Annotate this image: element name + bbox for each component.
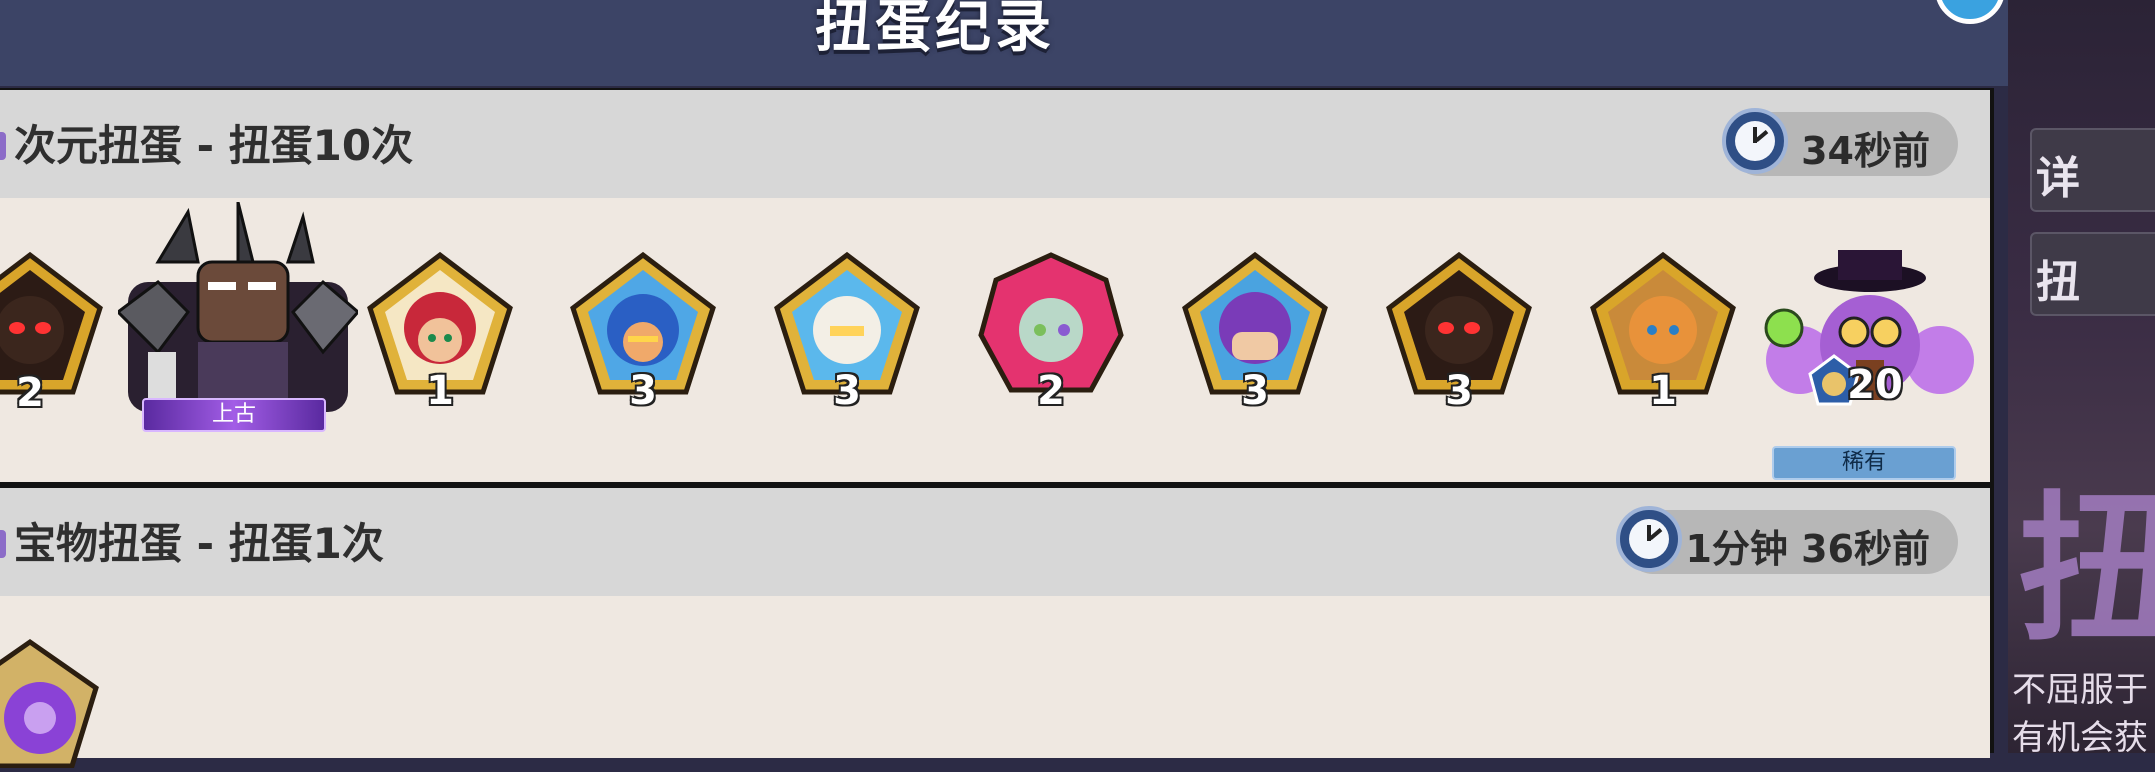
- clock-icon: [1722, 108, 1788, 174]
- bg-small-text: 不屈服于: [2012, 670, 2148, 710]
- reward-item[interactable]: 3: [772, 250, 922, 414]
- reward-item[interactable]: 1: [1588, 250, 1738, 414]
- time-pill: 34秒前: [1722, 108, 1958, 176]
- time-pill: 1分钟 36秒前: [1616, 506, 1958, 574]
- page-title: 扭蛋纪录: [815, 0, 1055, 60]
- reward-item[interactable]: 3: [568, 250, 718, 414]
- record-time: 1分钟 36秒前: [1685, 527, 1930, 571]
- reward-item[interactable]: 3: [1384, 250, 1534, 414]
- reward-item[interactable]: 3: [1180, 250, 1330, 414]
- close-button[interactable]: [1935, 0, 2005, 24]
- grade-badge: 稀有: [1772, 446, 1956, 480]
- item-count: 3: [629, 368, 657, 414]
- item-count: 3: [1445, 368, 1473, 414]
- grade-badge: 上古: [142, 398, 326, 432]
- reward-item[interactable]: 上古: [115, 201, 361, 432]
- item-count: 1: [426, 368, 454, 414]
- dark-knight-cookie-icon: [115, 201, 361, 412]
- item-count: 2: [1037, 368, 1065, 414]
- bg-big-text: 扭: [2018, 476, 2155, 663]
- record-name: 次元扭蛋 - 扭蛋10次: [14, 121, 414, 170]
- record-card: 次元扭蛋 - 扭蛋10次 34秒前 2 上古 1 3 3 2 3 3 1 20 …: [0, 90, 1990, 482]
- reward-item[interactable]: [0, 638, 100, 772]
- record-header: 宝物扭蛋 - 扭蛋1次 1分钟 36秒前: [0, 488, 1990, 596]
- clock-icon: [1616, 506, 1682, 572]
- record-name: 宝物扭蛋 - 扭蛋1次: [14, 519, 384, 568]
- record-card: 宝物扭蛋 - 扭蛋1次 1分钟 36秒前: [0, 488, 1990, 769]
- background-art: 详 扭 扭 不屈服于 有机会获: [2008, 0, 2155, 753]
- purple-treasure-icon: [0, 638, 99, 769]
- record-header: 次元扭蛋 - 扭蛋10次 34秒前: [0, 90, 1990, 198]
- gacha-record-list[interactable]: 次元扭蛋 - 扭蛋10次 34秒前 2 上古 1 3 3 2 3 3 1 20 …: [0, 88, 1994, 769]
- reward-item[interactable]: 2: [976, 250, 1126, 414]
- header-bar: 扭蛋纪录: [0, 0, 2008, 86]
- item-count: 1: [1649, 368, 1677, 414]
- item-count: 20: [1847, 362, 1903, 408]
- bg-card-text: 详: [2036, 153, 2080, 204]
- item-count: 3: [1241, 368, 1269, 414]
- reward-item[interactable]: 1: [365, 250, 515, 414]
- reward-item[interactable]: 20 稀有: [1760, 250, 1980, 480]
- record-tab-marker: [0, 132, 6, 160]
- record-time: 34秒前: [1801, 129, 1930, 173]
- record-tab-marker: [0, 530, 6, 558]
- item-count: 2: [16, 370, 44, 416]
- item-count: 3: [833, 368, 861, 414]
- bg-card-text: 扭: [2036, 257, 2080, 308]
- reward-item[interactable]: 2: [0, 250, 105, 416]
- bg-small-text: 有机会获: [2012, 718, 2148, 753]
